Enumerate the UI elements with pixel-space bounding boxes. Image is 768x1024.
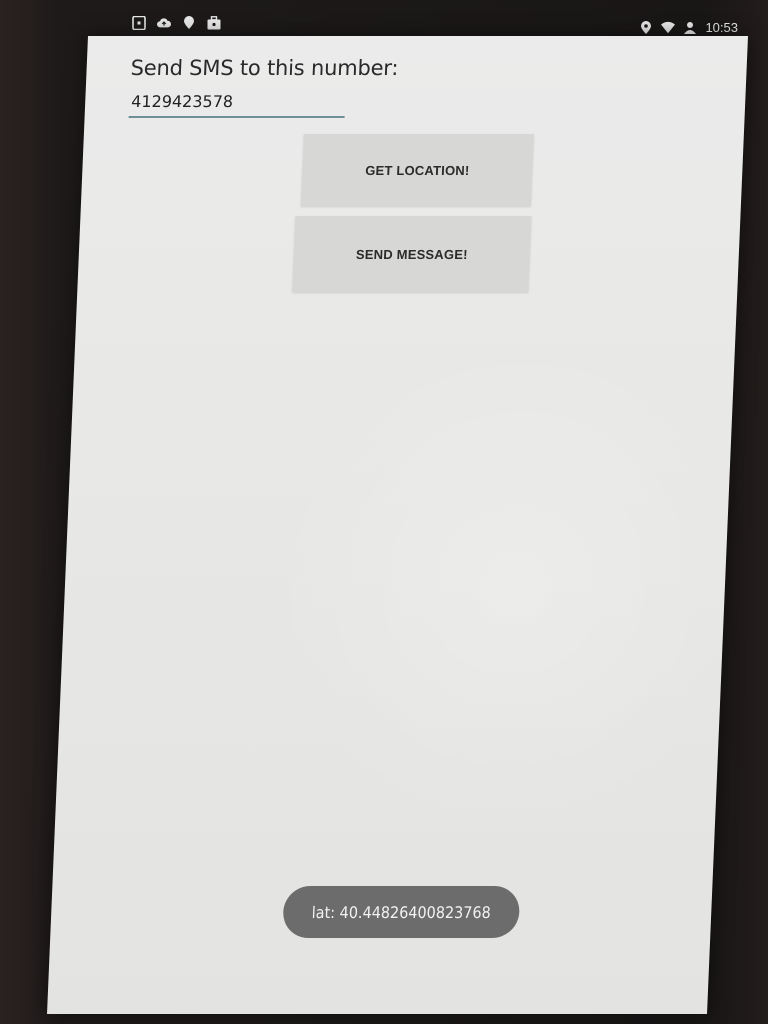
- briefcase-icon: [207, 16, 221, 30]
- app-screen: Send SMS to this number: GET LOCATION! S…: [47, 36, 749, 1014]
- account-icon: [684, 21, 697, 34]
- sms-number-label: Send SMS to this number:: [130, 56, 399, 80]
- get-location-button[interactable]: GET LOCATION!: [300, 134, 534, 206]
- cloud-upload-icon: [157, 18, 171, 28]
- location-pin-icon: [641, 20, 652, 34]
- status-time: 10:53: [705, 20, 738, 35]
- screen-glare: [254, 336, 749, 836]
- location-pin-icon: [184, 16, 194, 29]
- toast-message: lat: 40.44826400823768: [282, 886, 521, 938]
- status-right: 10:53: [639, 20, 738, 35]
- phone-number-input[interactable]: [128, 86, 346, 118]
- send-message-button[interactable]: SEND MESSAGE!: [292, 216, 532, 292]
- status-left-icons: [132, 16, 221, 30]
- wifi-icon: [661, 21, 676, 33]
- notification-icon: [132, 16, 146, 30]
